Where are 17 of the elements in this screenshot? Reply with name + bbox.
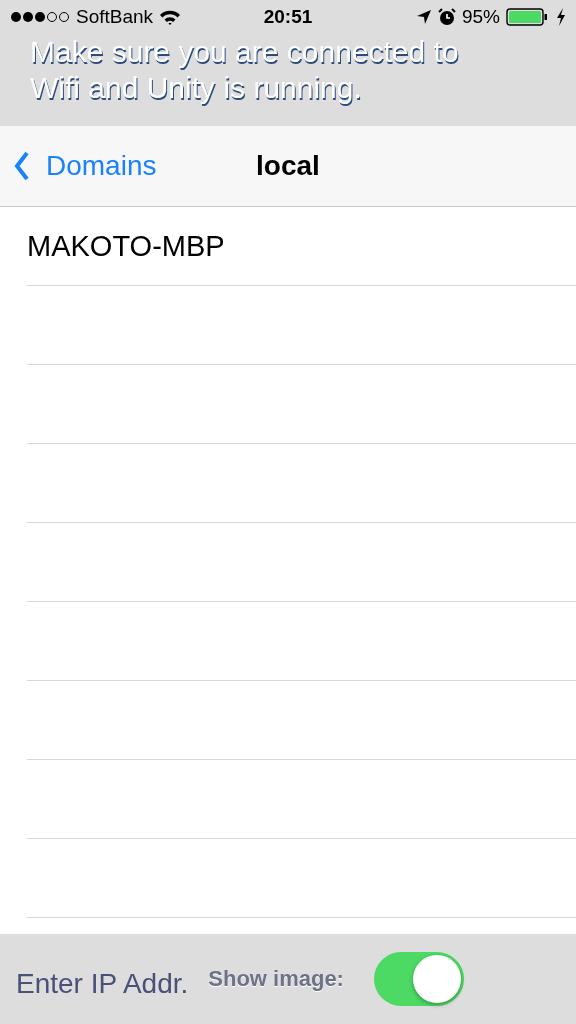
wifi-icon xyxy=(159,9,182,25)
chevron-left-icon xyxy=(14,151,30,181)
signal-icon xyxy=(10,11,70,23)
battery-icon xyxy=(506,8,550,26)
back-button[interactable]: Domains xyxy=(0,150,157,182)
carrier-name: SoftBank xyxy=(76,6,154,28)
show-image-label: Show image: xyxy=(208,966,344,992)
nav-title: local xyxy=(256,150,320,182)
battery-percent: 95% xyxy=(461,6,500,28)
alarm-clock-icon xyxy=(437,8,456,26)
location-arrow-icon xyxy=(415,9,432,25)
enter-ip-button[interactable]: Enter IP Addr. xyxy=(16,968,189,1000)
charging-bolt-icon xyxy=(556,8,566,26)
host-item[interactable]: MAKOTO-MBP xyxy=(27,229,225,263)
clock-time: 20:51 xyxy=(263,6,313,28)
connection-hint: Make sure you are connected to Wifi and Unity is running. xyxy=(29,34,460,106)
show-image-toggle[interactable] xyxy=(373,952,464,1006)
